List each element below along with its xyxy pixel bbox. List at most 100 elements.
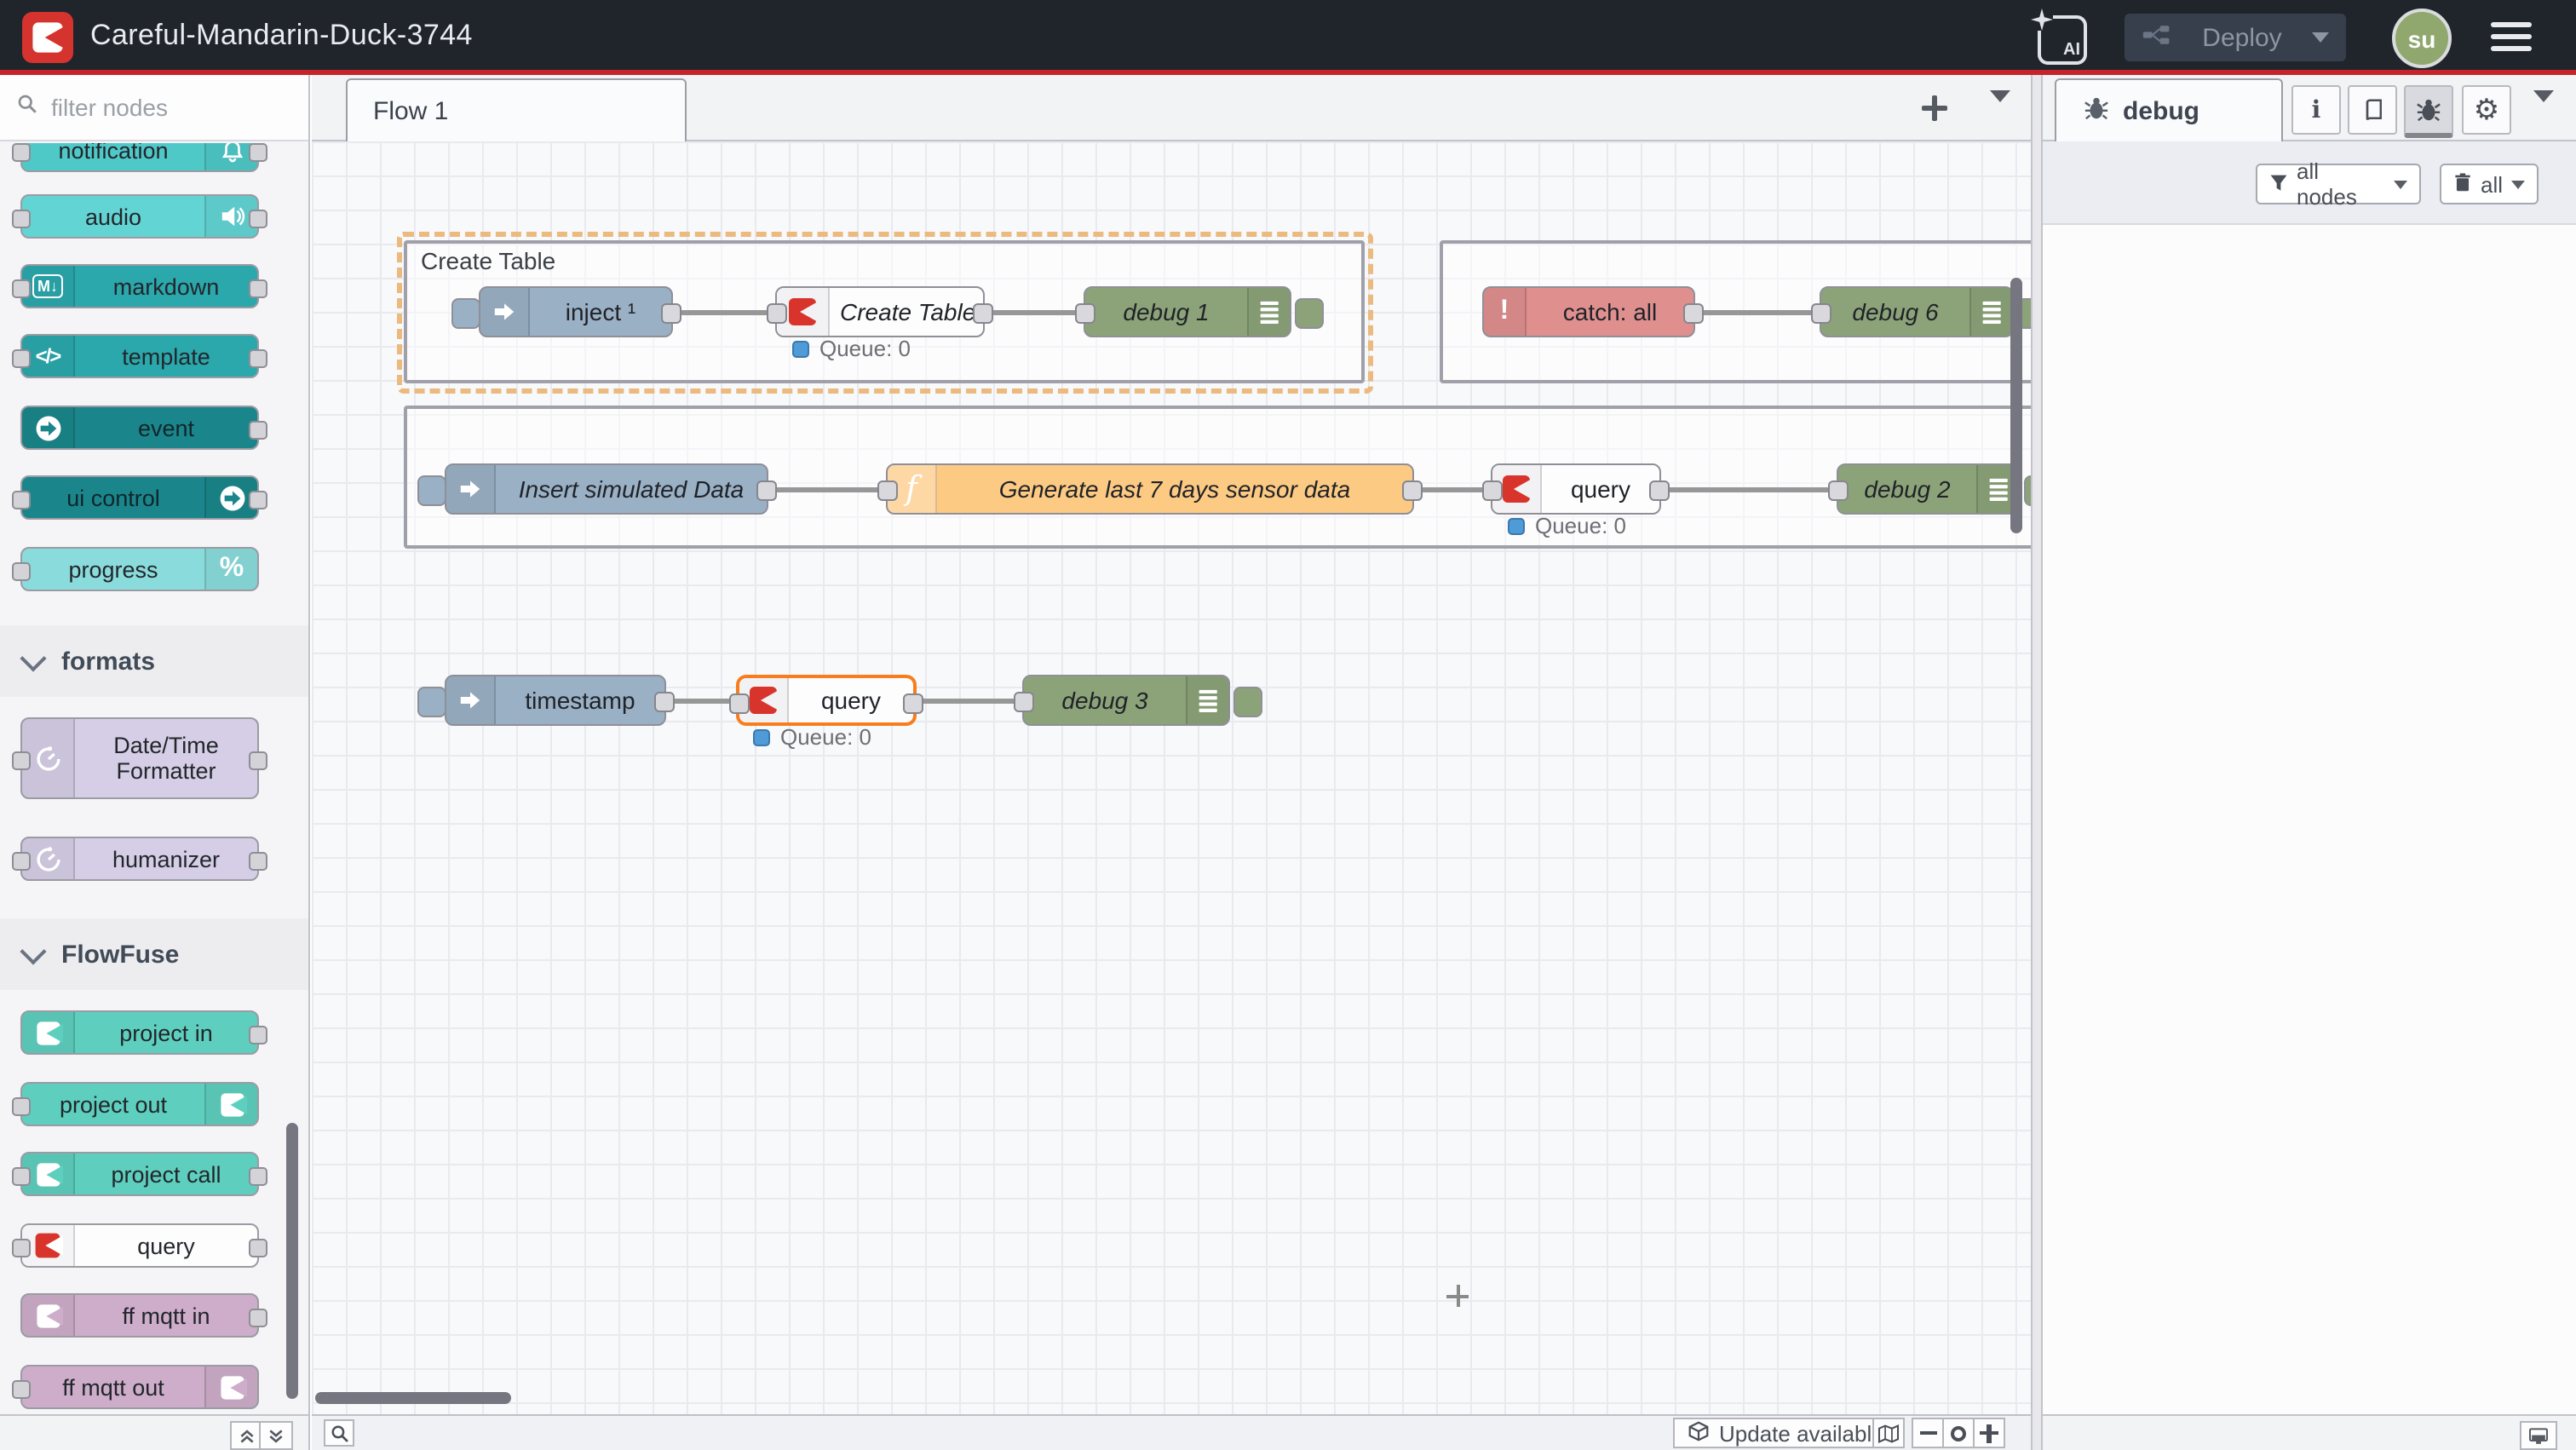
node-inject-1[interactable]: inject ¹ — [479, 286, 673, 337]
expand-all-button[interactable] — [259, 1421, 293, 1450]
main-menu-icon[interactable] — [2491, 22, 2532, 51]
zoom-in-button[interactable] — [1973, 1418, 2005, 1448]
bug-icon — [2084, 95, 2109, 127]
flowfuse-icon — [22, 1012, 75, 1053]
palette-node-notification[interactable]: notification — [20, 143, 259, 172]
palette-node-ff-mqtt-in[interactable]: ff mqtt in — [20, 1293, 259, 1338]
node-catch-all[interactable]: ! catch: all — [1482, 286, 1695, 337]
output-port[interactable] — [903, 693, 923, 714]
node-timestamp[interactable]: timestamp — [445, 675, 666, 726]
palette-node-project-call[interactable]: project call — [20, 1152, 259, 1196]
flow-canvas[interactable]: Create Table inject ¹ Create Tabl — [312, 141, 2031, 1414]
palette-footer — [0, 1414, 308, 1450]
palette-node-query[interactable]: query — [20, 1223, 259, 1268]
debug-filter-button[interactable]: all nodes — [2256, 164, 2421, 204]
palette-node-markdown[interactable]: M↓ markdown — [20, 264, 259, 308]
node-generate-sensor-data[interactable]: f Generate last 7 days sensor data — [886, 463, 1414, 515]
flow-list-caret-icon[interactable] — [1990, 102, 2010, 133]
palette-node-ui-control[interactable]: ui control — [20, 475, 259, 520]
palette-node-datetime-formatter[interactable]: Date/Time Formatter — [20, 717, 259, 799]
node-query-selected[interactable]: query — [736, 675, 917, 726]
help-tab-button[interactable] — [2348, 85, 2397, 135]
output-port[interactable] — [654, 692, 675, 712]
output-port[interactable] — [1402, 480, 1423, 501]
exclamation-icon: ! — [1484, 288, 1527, 336]
open-in-window-button[interactable] — [2520, 1421, 2557, 1450]
palette-node-ff-mqtt-out[interactable]: ff mqtt out — [20, 1365, 259, 1409]
sidebar-tab-debug[interactable]: debug — [2055, 78, 2283, 141]
output-port[interactable] — [756, 480, 777, 501]
node-create-table[interactable]: Create Table — [775, 286, 985, 337]
minimap-button[interactable] — [1872, 1418, 1905, 1448]
node-debug-1[interactable]: debug 1 — [1084, 286, 1291, 337]
zoom-reset-button[interactable] — [1942, 1418, 1975, 1448]
output-port[interactable] — [1649, 480, 1670, 501]
palette-filter-input[interactable] — [48, 92, 276, 123]
node-palette: notification audio M↓ markdown — [0, 75, 310, 1450]
input-port[interactable] — [729, 693, 750, 714]
palette-node-humanizer[interactable]: humanizer — [20, 837, 259, 881]
inject-button[interactable] — [417, 475, 446, 506]
wire[interactable] — [918, 699, 1021, 704]
input-port[interactable] — [1075, 303, 1095, 324]
debug-toggle-button[interactable] — [1233, 687, 1262, 717]
output-port[interactable] — [1683, 303, 1704, 324]
wire[interactable] — [1416, 487, 1487, 492]
inject-button[interactable] — [417, 687, 446, 717]
node-debug-2[interactable]: debug 2 — [1837, 463, 2021, 515]
wire[interactable] — [770, 487, 883, 492]
user-avatar[interactable]: su — [2392, 9, 2452, 68]
wire[interactable] — [1697, 310, 1814, 315]
canvas-vertical-scrollbar[interactable] — [2010, 278, 2022, 533]
sidebar-resize-handle[interactable] — [2031, 75, 2043, 1450]
palette-node-project-out[interactable]: project out — [20, 1082, 259, 1126]
palette-filter[interactable] — [0, 75, 308, 141]
palette-node-progress[interactable]: progress % — [20, 547, 259, 591]
deploy-caret-icon[interactable] — [2312, 32, 2329, 43]
canvas-horizontal-scrollbar[interactable] — [315, 1392, 511, 1404]
debug-toggle-button[interactable] — [1295, 298, 1324, 329]
input-port[interactable] — [1811, 303, 1831, 324]
node-debug-3[interactable]: debug 3 — [1022, 675, 1230, 726]
palette-scrollbar[interactable] — [286, 1123, 298, 1399]
wire[interactable] — [1663, 487, 1831, 492]
output-port[interactable] — [661, 303, 681, 324]
config-nodes-tab-button[interactable]: ⚙ — [2462, 85, 2511, 135]
crosshair-cursor — [1446, 1285, 1469, 1307]
palette-node-audio[interactable]: audio — [20, 194, 259, 239]
tab-flow-1[interactable]: Flow 1 — [346, 78, 687, 141]
palette-node-template[interactable]: </> template — [20, 334, 259, 378]
update-available-button[interactable]: Update available — [1673, 1418, 1900, 1448]
zoom-out-button[interactable] — [1912, 1418, 1944, 1448]
output-port[interactable] — [973, 303, 993, 324]
palette-section-formats[interactable]: formats — [0, 625, 308, 697]
wire[interactable] — [988, 310, 1078, 315]
palette-node-list[interactable]: notification audio M↓ markdown — [0, 143, 308, 1413]
inject-button[interactable] — [451, 298, 480, 329]
deploy-button[interactable]: Deploy — [2125, 14, 2346, 61]
wire[interactable] — [668, 699, 733, 704]
ai-assistant-icon[interactable]: AI — [2038, 15, 2087, 65]
palette-section-flowfuse[interactable]: FlowFuse — [0, 918, 308, 990]
debug-toggle-button[interactable] — [2024, 475, 2031, 506]
inject-arrow-icon — [480, 288, 530, 336]
input-port[interactable] — [877, 480, 898, 501]
input-port[interactable] — [1014, 692, 1034, 712]
node-query-mid[interactable]: query — [1491, 463, 1661, 515]
palette-node-project-in[interactable]: project in — [20, 1010, 259, 1055]
input-port[interactable] — [1828, 480, 1849, 501]
input-port[interactable] — [1482, 480, 1503, 501]
node-debug-6[interactable]: debug 6 — [1820, 286, 2014, 337]
debug-output-icon — [1969, 288, 2012, 336]
info-tab-button[interactable]: i — [2291, 85, 2341, 135]
node-insert-simulated-data[interactable]: Insert simulated Data — [445, 463, 768, 515]
funnel-icon — [2269, 171, 2288, 197]
search-flows-button[interactable] — [324, 1419, 354, 1447]
wire[interactable] — [680, 310, 770, 315]
sidebar-menu-caret-icon[interactable] — [2533, 102, 2554, 133]
palette-node-event[interactable]: event — [20, 406, 259, 450]
debug-tab-button[interactable] — [2404, 85, 2453, 138]
debug-clear-button[interactable]: all — [2440, 164, 2539, 204]
instance-title: Careful-Mandarin-Duck-3744 — [90, 0, 473, 70]
input-port[interactable] — [767, 303, 787, 324]
